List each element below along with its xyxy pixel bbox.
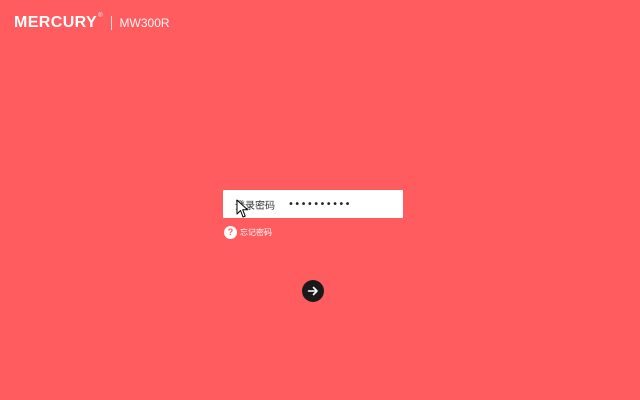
trademark-symbol: ® — [98, 13, 103, 19]
password-label: 登录密码 — [235, 200, 275, 212]
forgot-password-text: 忘记密码 — [240, 228, 272, 237]
password-input[interactable] — [288, 195, 384, 213]
question-circle-icon: ? — [224, 226, 237, 239]
model-name: MW300R — [119, 16, 170, 30]
forgot-password-link[interactable]: ? 忘记密码 — [224, 226, 272, 239]
brand-logo: MERCURY — [14, 14, 98, 31]
arrow-right-icon — [307, 286, 318, 296]
password-field-container[interactable]: 登录密码 — [223, 190, 403, 218]
login-submit-button[interactable] — [302, 280, 324, 302]
header: MERCURY ® MW300R — [14, 12, 170, 34]
header-divider — [110, 16, 112, 30]
